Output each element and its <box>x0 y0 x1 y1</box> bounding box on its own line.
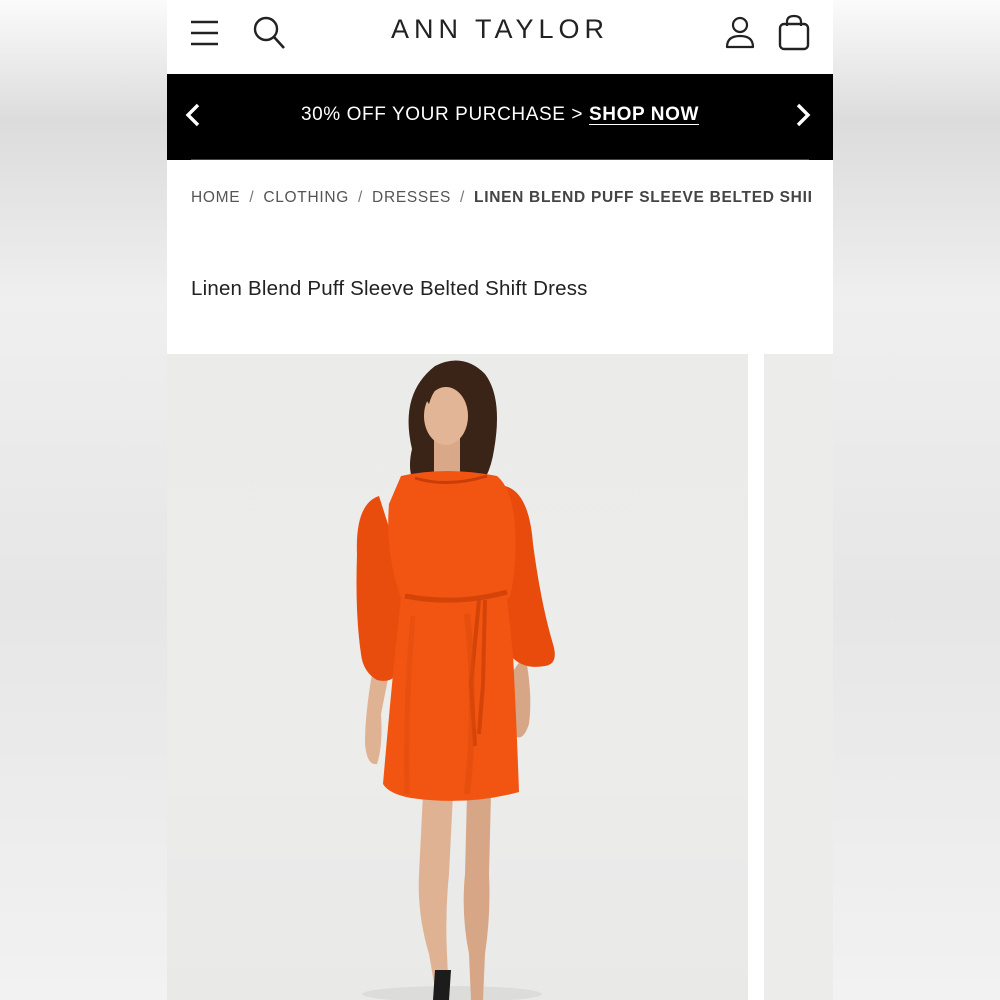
promo-message: 30% OFF YOUR PURCHASE > SHOP NOW <box>227 104 773 126</box>
breadcrumb-home[interactable]: HOME <box>191 189 240 206</box>
breadcrumb-separator: / <box>249 189 255 206</box>
chevron-right-icon[interactable] <box>787 100 817 130</box>
promo-banner: 30% OFF YOUR PURCHASE > SHOP NOW <box>167 74 833 160</box>
product-image-next-preview[interactable] <box>764 354 833 1000</box>
shop-now-link[interactable]: SHOP NOW <box>589 104 699 125</box>
brand-logo[interactable]: ANN TAYLOR <box>307 14 693 45</box>
product-image-gallery[interactable] <box>167 354 833 1000</box>
background-left <box>0 0 167 1000</box>
product-image-main[interactable] <box>167 354 748 1000</box>
breadcrumb-separator: / <box>358 189 364 206</box>
site-header: ANN TAYLOR <box>167 0 833 74</box>
account-icon[interactable] <box>721 14 759 52</box>
shopping-bag-icon[interactable] <box>775 14 813 52</box>
breadcrumb: HOME / CLOTHING / DRESSES / LINEN BLEND PUFF S… <box>191 189 811 207</box>
breadcrumb-separator: / <box>460 189 466 206</box>
promo-divider <box>191 159 809 160</box>
mobile-page: ANN TAYLOR 30% OFF YOUR PURCHASE > SHOP … <box>167 0 833 1000</box>
breadcrumb-dresses[interactable]: DRESSES <box>372 189 451 206</box>
promo-text: 30% OFF YOUR PURCHASE > <box>300 104 584 125</box>
chevron-left-icon[interactable] <box>179 100 209 130</box>
hamburger-menu-icon[interactable] <box>187 14 225 52</box>
product-title: Linen Blend Puff Sleeve Belted Shift Dre… <box>191 277 588 300</box>
breadcrumb-current: LINEN BLEND PUFF SLEEVE BELTED SHIFT ... <box>474 189 811 206</box>
background-right <box>833 0 1000 1000</box>
breadcrumb-clothing[interactable]: CLOTHING <box>263 189 349 206</box>
model-in-orange-dress-image <box>356 360 555 1000</box>
search-icon[interactable] <box>251 14 289 52</box>
